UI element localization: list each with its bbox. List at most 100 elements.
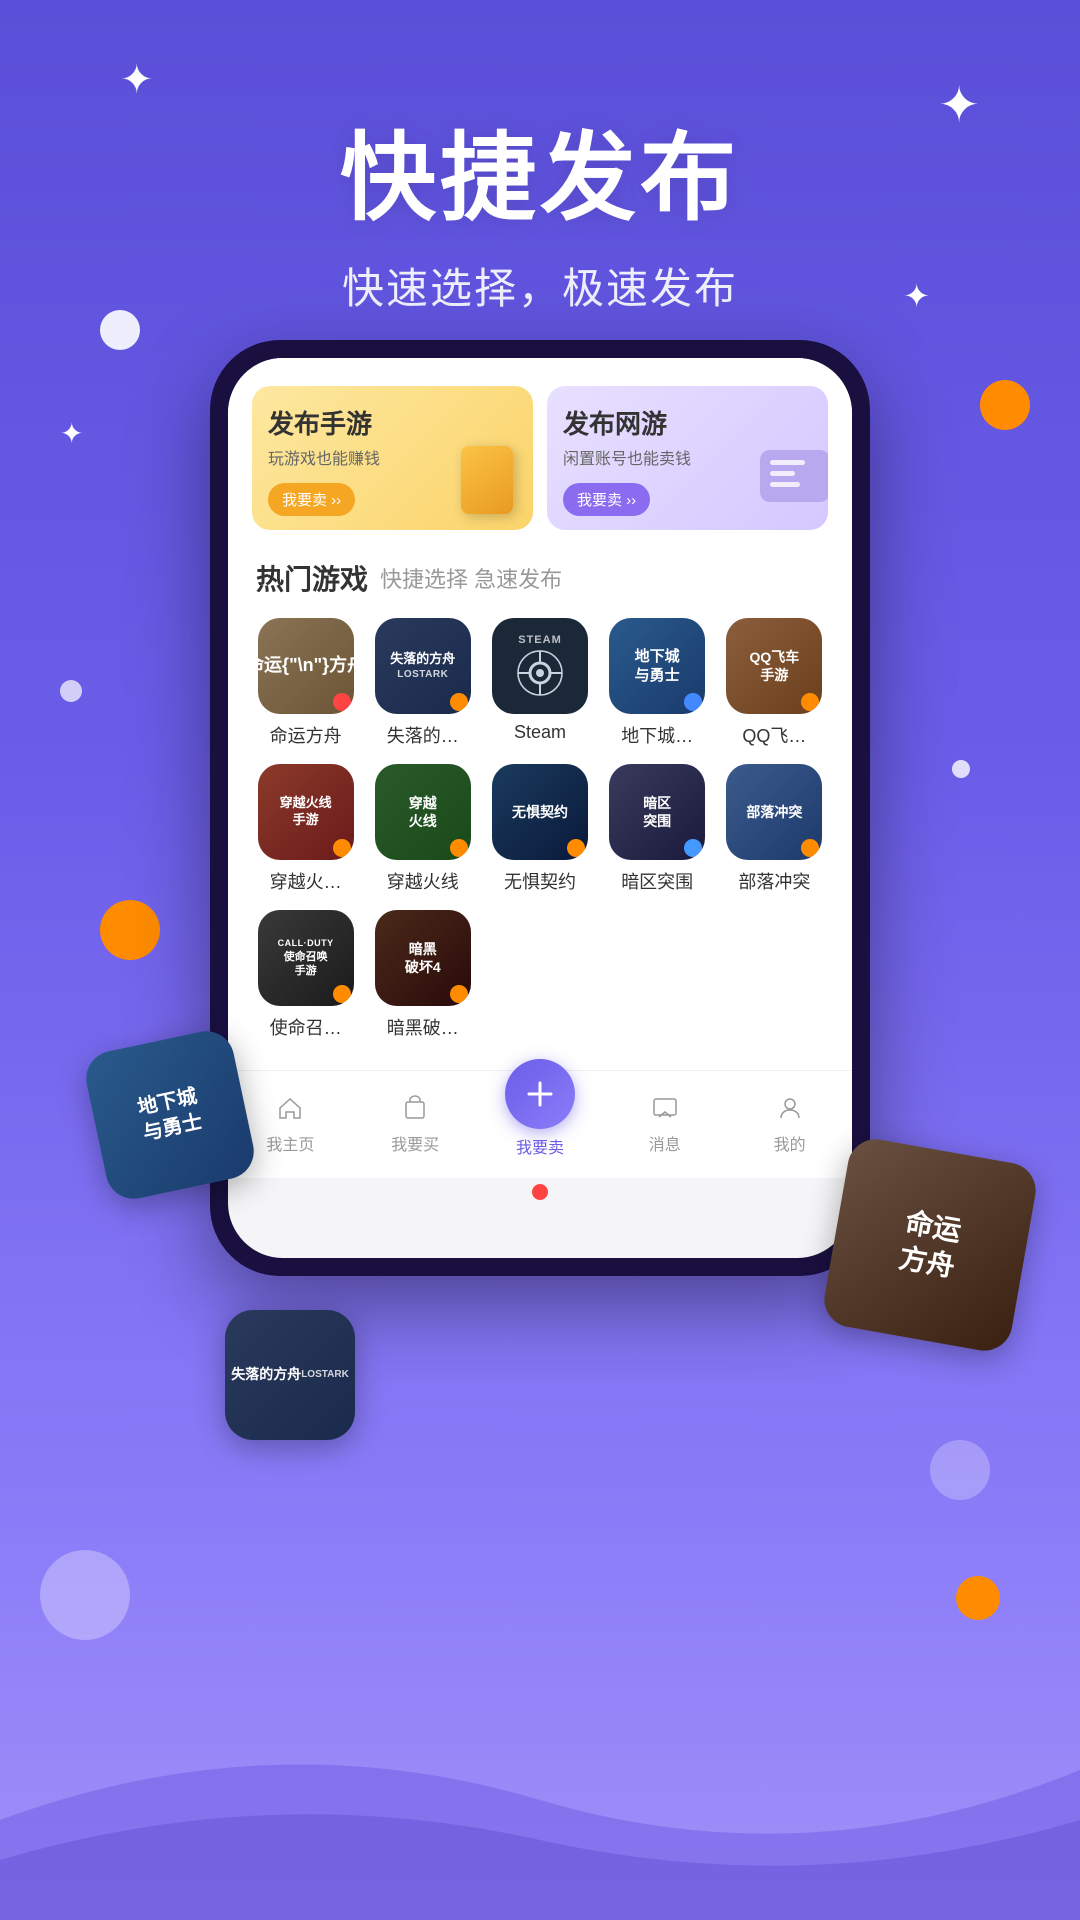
mobile-icon-shape (461, 446, 513, 514)
game-item-shiluo[interactable]: 失落的方舟 LOSTARK 失落的… (369, 618, 476, 748)
game-name-buluo: 部落冲突 (726, 868, 822, 894)
dot-decoration-2 (60, 680, 82, 702)
game-icon-wrap-mingyun: 命运{"\n"}方舟 (258, 618, 354, 714)
center-dot (532, 1184, 548, 1200)
game-badge-buluo (801, 839, 819, 857)
star-icon-4: ✦ (60, 420, 83, 448)
nav-label-profile: 我的 (774, 1131, 806, 1155)
game-badge-mingyun (333, 693, 351, 711)
nav-label-buy: 我要买 (391, 1131, 439, 1155)
dot-decoration-4 (930, 1440, 990, 1500)
game-icon-wrap-chuanyue2: 穿越 火线 (375, 764, 471, 860)
dot-decoration-5 (40, 1550, 130, 1640)
game-item-chuanyue2[interactable]: 穿越 火线 穿越火线 (369, 764, 476, 894)
game-icon-wrap-shiluo: 失落的方舟 LOSTARK (375, 618, 471, 714)
game-name-chuanyue2: 穿越火线 (375, 868, 471, 894)
buy-icon (397, 1090, 433, 1126)
game-badge-dixia (684, 693, 702, 711)
steam-logo-svg (515, 648, 565, 698)
game-icon-wrap-qq: QQ飞车 手游 (726, 618, 822, 714)
game-icon-wrap-chuanyue1: 穿越火线 手游 (258, 764, 354, 860)
web-game-banner[interactable]: 发布网游 闲置账号也能卖钱 我要卖 ›› (547, 386, 828, 530)
game-name-chuanyue1: 穿越火… (258, 868, 354, 894)
bottom-navigation: 我主页 我要买 (228, 1070, 852, 1178)
game-item-dixia[interactable]: 地下城 与勇士 地下城… (604, 618, 711, 748)
nav-label-home: 我主页 (266, 1131, 314, 1155)
web-icon-line-1 (770, 460, 805, 465)
game-badge-shiluo (450, 693, 468, 711)
bottom-wave (0, 1620, 1080, 1920)
phone-container: 发布手游 玩游戏也能赚钱 我要卖 ›› 发布网游 闲置账号也能卖钱 我要卖 ›› (210, 340, 870, 1276)
game-item-shiming[interactable]: CALL·DUTY 使命召唤 手游 使命召… (252, 910, 359, 1040)
game-badge-anhei (450, 985, 468, 1003)
mobile-card-icon (461, 446, 521, 518)
game-icon-wrap-steam: STEAM (492, 618, 588, 714)
game-item-anhei[interactable]: 暗黑 破坏4 暗黑破… (369, 910, 476, 1040)
mobile-game-banner[interactable]: 发布手游 玩游戏也能赚钱 我要卖 ›› (252, 386, 533, 530)
nav-item-buy[interactable]: 我要买 (365, 1090, 465, 1155)
sell-center-button[interactable] (505, 1059, 575, 1129)
game-name-anhei: 暗黑破… (375, 1014, 471, 1040)
game-name-mingyun: 命运方舟 (258, 722, 354, 748)
nav-label-sell: 我要卖 (516, 1134, 564, 1158)
nav-item-profile[interactable]: 我的 (740, 1090, 840, 1155)
game-badge-shiming (333, 985, 351, 1003)
mobile-sell-button[interactable]: 我要卖 ›› (268, 483, 355, 516)
dot-decoration-3 (952, 760, 970, 778)
game-item-mingyun[interactable]: 命运{"\n"}方舟 命运方舟 (252, 618, 359, 748)
sub-title: 快速选择，极速发布 (0, 255, 1080, 316)
orange-dot (980, 380, 1030, 430)
game-item-steam[interactable]: STEAM (486, 618, 593, 748)
game-name-shiluo: 失落的… (375, 722, 471, 748)
floating-icon-shiluo-text: 失落的方舟LOSTARK (225, 1310, 355, 1440)
game-item-wujuqiyue[interactable]: 无惧契约 无惧契约 (486, 764, 593, 894)
game-badge-chuanyue1 (333, 839, 351, 857)
orange-dot-2 (100, 900, 160, 960)
game-name-steam: Steam (492, 722, 588, 743)
floating-icon-dixia-text: 地下城与勇士 (81, 1026, 259, 1204)
game-item-buluo[interactable]: 部落冲突 部落冲突 (721, 764, 828, 894)
game-icon-wrap-shiming: CALL·DUTY 使命召唤 手游 (258, 910, 354, 1006)
floating-icon-mingyun: 命运方舟 (820, 1135, 1040, 1355)
phone-frame: 发布手游 玩游戏也能赚钱 我要卖 ›› 发布网游 闲置账号也能卖钱 我要卖 ›› (210, 340, 870, 1276)
floating-icon-dixia: 地下城与勇士 (81, 1026, 259, 1204)
nav-item-message[interactable]: 消息 (615, 1090, 715, 1155)
banner-row: 发布手游 玩游戏也能赚钱 我要卖 ›› 发布网游 闲置账号也能卖钱 我要卖 ›› (252, 386, 828, 530)
header-section: 快捷发布 快速选择，极速发布 (0, 0, 1080, 316)
web-banner-title: 发布网游 (563, 404, 812, 441)
mobile-banner-title: 发布手游 (268, 404, 517, 441)
home-icon (272, 1090, 308, 1126)
orange-dot-3 (956, 1576, 1000, 1620)
game-item-chuanyue1[interactable]: 穿越火线 手游 穿越火… (252, 764, 359, 894)
game-name-wujuqiyue: 无惧契约 (492, 868, 588, 894)
game-icon-steam: STEAM (492, 618, 588, 714)
game-item-qq[interactable]: QQ飞车 手游 QQ飞… (721, 618, 828, 748)
game-icon-wrap-buluo: 部落冲突 (726, 764, 822, 860)
message-icon (647, 1090, 683, 1126)
nav-item-sell[interactable]: 我要卖 (490, 1087, 590, 1158)
web-sell-button[interactable]: 我要卖 ›› (563, 483, 650, 516)
game-name-shiming: 使命召… (258, 1014, 354, 1040)
screen-inner: 发布手游 玩游戏也能赚钱 我要卖 ›› 发布网游 闲置账号也能卖钱 我要卖 ›› (228, 358, 852, 1070)
phone-screen: 发布手游 玩游戏也能赚钱 我要卖 ›› 发布网游 闲置账号也能卖钱 我要卖 ›› (228, 358, 852, 1258)
main-title: 快捷发布 (0, 100, 1080, 239)
section-subtitle: 快捷选择 急速发布 (380, 562, 562, 594)
game-name-dixia: 地下城… (609, 722, 705, 748)
profile-icon (772, 1090, 808, 1126)
nav-label-message: 消息 (649, 1131, 681, 1155)
web-card-icon (760, 450, 820, 522)
dot-decoration (100, 310, 140, 350)
floating-icon-mingyun-text: 命运方舟 (820, 1135, 1040, 1355)
web-icon-line-3 (770, 482, 800, 487)
section-title: 热门游戏 (256, 558, 368, 598)
game-name-qq: QQ飞… (726, 722, 822, 748)
web-icon-line-2 (770, 471, 795, 476)
game-item-anqu[interactable]: 暗区 突围 暗区突围 (604, 764, 711, 894)
game-icon-wrap-anhei: 暗黑 破坏4 (375, 910, 471, 1006)
game-icon-wrap-wujuqiyue: 无惧契约 (492, 764, 588, 860)
game-badge-chuanyue2 (450, 839, 468, 857)
game-grid: 命运{"\n"}方舟 命运方舟 失落的方舟 LOSTARK (252, 618, 828, 1040)
section-header: 热门游戏 快捷选择 急速发布 (252, 558, 828, 598)
web-icon-shape (760, 450, 828, 502)
nav-item-home[interactable]: 我主页 (240, 1090, 340, 1155)
